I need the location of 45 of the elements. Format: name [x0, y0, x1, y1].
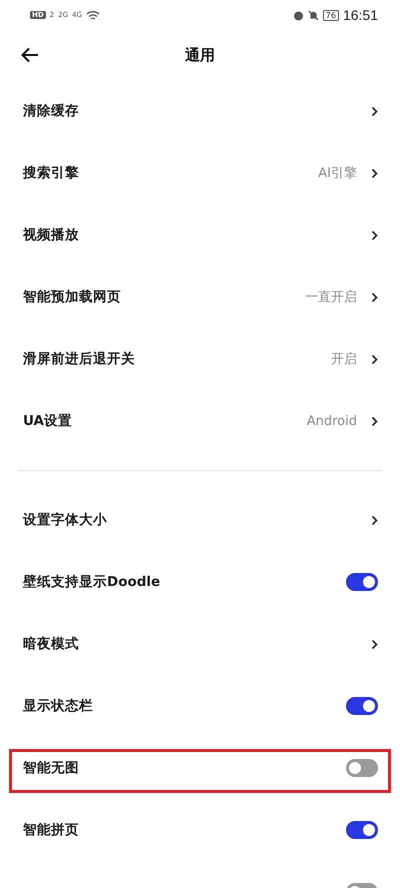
settings-row[interactable]: 智能预加载网页 一直开启: [0, 266, 400, 328]
setting-label: 设置字体大小: [23, 511, 108, 529]
settings-row[interactable]: 显示状态栏: [0, 675, 400, 737]
settings-row[interactable]: 设置字体大小: [0, 489, 400, 551]
toggle-switch[interactable]: [346, 759, 378, 777]
setting-label: 滑屏前进后退开关: [23, 350, 136, 368]
settings-row[interactable]: 清除缓存: [0, 80, 400, 142]
settings-row[interactable]: 滑屏前进后退开关 开启: [0, 328, 400, 390]
bell-muted-icon: [308, 10, 319, 20]
chevron-icon: [371, 230, 378, 240]
settings-row[interactable]: 壁纸支持显示Doodle: [0, 551, 400, 613]
setting-label: 智能预加载网页: [23, 288, 122, 306]
toggle-switch[interactable]: [346, 573, 378, 591]
setting-label: 显示状态栏: [23, 697, 94, 715]
settings-row[interactable]: UA设置 Android: [0, 390, 400, 452]
settings-row[interactable]: 视频播放: [0, 204, 400, 266]
setting-label: 搜索引擎: [23, 164, 80, 182]
wifi-icon: [86, 10, 100, 20]
settings-row[interactable]: 智能拼页: [0, 799, 400, 861]
settings-row[interactable]: 搜索引擎 AI引擎: [0, 142, 400, 204]
setting-value: Android: [306, 414, 357, 428]
setting-label: 智能拼页: [23, 821, 80, 839]
setting-label: 壁纸支持显示Doodle: [23, 573, 162, 591]
settings-row[interactable]: 暗夜模式: [0, 613, 400, 675]
chevron-icon: [371, 106, 378, 116]
chevron-icon: [371, 292, 378, 302]
setting-label: 清除缓存: [23, 102, 80, 120]
chevron-icon: [371, 168, 378, 178]
setting-label: UA设置: [23, 412, 73, 430]
chevron-icon: [371, 354, 378, 364]
chevron-icon: [371, 416, 378, 426]
status-time: 16:51: [342, 7, 378, 23]
toggle-switch[interactable]: [346, 821, 378, 839]
chevron-icon: [371, 514, 378, 526]
setting-value: AI引擎: [318, 165, 357, 182]
page-title: 通用: [185, 46, 215, 64]
battery-level: 76: [322, 10, 339, 20]
setting-label: 暗夜模式: [23, 635, 80, 653]
setting-label: 智能无图: [23, 759, 80, 777]
setting-value: 开启: [331, 351, 357, 368]
settings-row[interactable]: 智能无图: [0, 737, 400, 799]
setting-label: 视频播放: [23, 226, 80, 244]
chevron-icon: [371, 638, 378, 650]
setting-value: 一直开启: [305, 289, 357, 306]
toggle-switch[interactable]: [346, 697, 378, 715]
